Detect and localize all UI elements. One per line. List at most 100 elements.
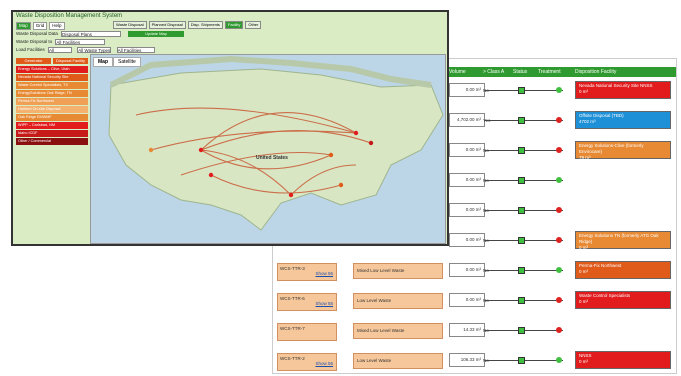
status-indicator[interactable] [518, 237, 525, 244]
volume-field[interactable]: 106.33 m³ [449, 353, 485, 367]
status-indicator[interactable] [518, 357, 525, 364]
treatment-node[interactable] [556, 147, 562, 153]
us-map[interactable]: Map Satellite United States [90, 54, 446, 244]
filter-tabs: Waste Disposal Planned Disposal Disp. Sh… [113, 21, 262, 29]
legend-item[interactable]: Perma-Fix Northwest [16, 98, 88, 105]
volume-field[interactable]: 14.33 m³ [449, 323, 485, 337]
disposition-facility-box[interactable]: Nevada National Security Site NNSS 0 m³ [575, 81, 671, 99]
treatment-node[interactable] [556, 357, 562, 363]
disposition-facility-box[interactable]: Offsite Disposal (TBD) 4702 m³ [575, 111, 671, 129]
legend-item[interactable]: WIPP – Carlsbad, NM [16, 122, 88, 129]
legend-item[interactable]: Oak Ridge EMWMF [16, 114, 88, 121]
control-row-1: Waste Disposal Data Disposal Plans [16, 31, 123, 37]
tab-disp-shipments[interactable]: Disp. Shipments [187, 21, 223, 29]
map-canvas[interactable] [91, 55, 446, 244]
legend-item[interactable]: Hanford On-site Disposal [16, 106, 88, 113]
disposition-facility-box[interactable]: Energy Solutions TN (formerly ATG Oak Ri… [575, 231, 671, 250]
update-map-button[interactable]: Update Map [128, 31, 184, 37]
tab-help[interactable]: Help [49, 22, 65, 30]
disposition-facility-box[interactable]: Perma-Fix Northwest 0 m³ [575, 261, 671, 279]
legend-item[interactable]: Idaho ICDF [16, 130, 88, 137]
tab-other[interactable]: Other [245, 21, 262, 29]
status-indicator[interactable] [518, 297, 525, 304]
class-a-value: No [483, 174, 489, 188]
volume-field[interactable]: 0.00 m³ [449, 143, 485, 157]
header-status: Status [513, 69, 528, 75]
class-a-value: No [483, 234, 489, 248]
control-row-2: Waste Disposal to All Facilities [16, 39, 107, 45]
treatment-node[interactable] [556, 87, 562, 93]
status-indicator[interactable] [518, 327, 525, 334]
country-label: United States [256, 155, 288, 161]
row2-label: Waste Disposal to [16, 39, 53, 45]
legend-generator-button[interactable]: Generator [16, 58, 51, 64]
legend-facility-button[interactable]: Disposal Facility [53, 58, 88, 64]
tab-facility[interactable]: Facility [224, 21, 244, 29]
main-tabs: Map Grid Help [16, 22, 65, 30]
table-row: WCS-TTR-6Show 55 Low Level Waste 0.00 m³No… [273, 291, 676, 313]
status-indicator[interactable] [518, 117, 525, 124]
status-indicator[interactable] [518, 177, 525, 184]
legend-item[interactable]: Other / Commercial [16, 138, 88, 145]
status-indicator[interactable] [518, 207, 525, 214]
legend-item[interactable]: EnergySolutions Oak Ridge, TN [16, 90, 88, 97]
waste-type: Low Level Waste [353, 353, 443, 369]
status-indicator[interactable] [518, 147, 525, 154]
satellite-button[interactable]: Satellite [113, 57, 141, 67]
map-type-toggle: Map Satellite [93, 57, 141, 67]
class-a-value: No [483, 144, 489, 158]
treatment-node[interactable] [556, 117, 562, 123]
tab-planned-disposal[interactable]: Planned Disposal [148, 21, 186, 29]
disposition-facility-box[interactable]: NNSS 0 m³ [575, 351, 671, 369]
waste-stream-name[interactable]: WCS-TTR-6 Show 55 [277, 293, 337, 311]
tab-map[interactable]: Map [16, 22, 31, 30]
waste-stream-name[interactable]: WCS-TTR-3 Show 55 [277, 263, 337, 281]
legend-item[interactable]: Energy Solutions – Clive, Utah [16, 66, 88, 73]
class-a-value: No [483, 264, 489, 278]
row3-end-select[interactable]: All Facilities [116, 47, 155, 53]
row3-mid-select[interactable]: All Waste Types [77, 47, 112, 53]
volume-field[interactable]: 0.00 m³ [449, 293, 485, 307]
class-a-value: No [483, 84, 489, 98]
volume-field[interactable]: 0.00 m³ [449, 203, 485, 217]
volume-field[interactable]: 4,702.00 m³ [449, 113, 485, 127]
waste-type: Mixed Low Level Waste [353, 323, 443, 339]
waste-stream-name[interactable]: WCS-TTR-2 Show 55 [277, 353, 337, 371]
legend-item[interactable]: Waste Control Specialists, TX [16, 82, 88, 89]
header-class-a: > Class A [483, 69, 505, 75]
status-indicator[interactable] [518, 87, 525, 94]
treatment-node[interactable] [556, 297, 562, 303]
row3-select[interactable]: All [48, 47, 73, 53]
header-volume: Volume [449, 69, 466, 75]
tab-grid[interactable]: Grid [32, 22, 48, 30]
row1-label: Waste Disposal Data [16, 31, 58, 37]
facility-legend: Generator Disposal Facility Energy Solut… [16, 58, 88, 146]
volume-field[interactable]: 0.00 m³ [449, 263, 485, 277]
treatment-node[interactable] [556, 267, 562, 273]
treatment-node[interactable] [556, 327, 562, 333]
table-row: WCS-TTR-7 Mixed Low Level Waste 14.33 m³No [273, 323, 676, 343]
class-a-value: No [483, 294, 489, 308]
show-link[interactable]: Show 55 [315, 300, 333, 308]
map-button[interactable]: Map [93, 57, 113, 67]
class-a-value: No [483, 354, 489, 368]
status-indicator[interactable] [518, 267, 525, 274]
show-link[interactable]: Show 55 [315, 270, 333, 278]
waste-stream-name[interactable]: WCS-TTR-7 [277, 323, 337, 341]
treatment-node[interactable] [556, 237, 562, 243]
row2-select[interactable]: All Facilities [55, 39, 106, 45]
volume-field[interactable]: 0.00 m³ [449, 83, 485, 97]
disposition-facility-box[interactable]: Energy Solutions-Clive (formerly Enviroc… [575, 141, 671, 160]
legend-item[interactable]: Nevada National Security Site [16, 74, 88, 81]
waste-type: Mixed Low Level Waste [353, 263, 443, 279]
treatment-node[interactable] [556, 207, 562, 213]
row1-select[interactable]: Disposal Plans [61, 31, 122, 37]
tab-waste-disposal[interactable]: Waste Disposal [113, 21, 147, 29]
treatment-node[interactable] [556, 177, 562, 183]
disposition-facility-box[interactable]: Waste Control Specialists 0 m³ [575, 291, 671, 309]
table-row: WCS-TTR-2 Show 55 Low Level Waste 106.33 m³… [273, 351, 676, 373]
volume-field[interactable]: 0.00 m³ [449, 233, 485, 247]
volume-field[interactable]: 0.00 m³ [449, 173, 485, 187]
header-treatment: Treatment [538, 69, 561, 75]
show-link[interactable]: Show 55 [315, 360, 333, 368]
